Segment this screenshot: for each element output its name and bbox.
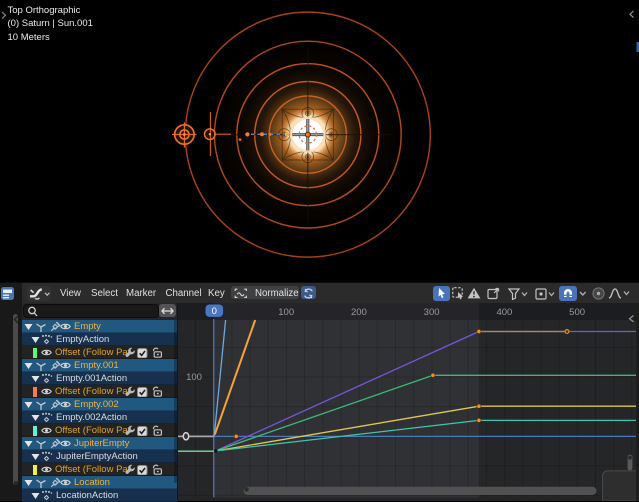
svg-text:0: 0: [212, 306, 217, 317]
svg-text:500: 500: [569, 307, 585, 318]
svg-text:100: 100: [278, 307, 294, 318]
svg-text:200: 200: [351, 307, 367, 318]
svg-text:300: 300: [424, 307, 440, 318]
svg-text:400: 400: [496, 307, 512, 318]
svg-text:100: 100: [186, 372, 202, 383]
